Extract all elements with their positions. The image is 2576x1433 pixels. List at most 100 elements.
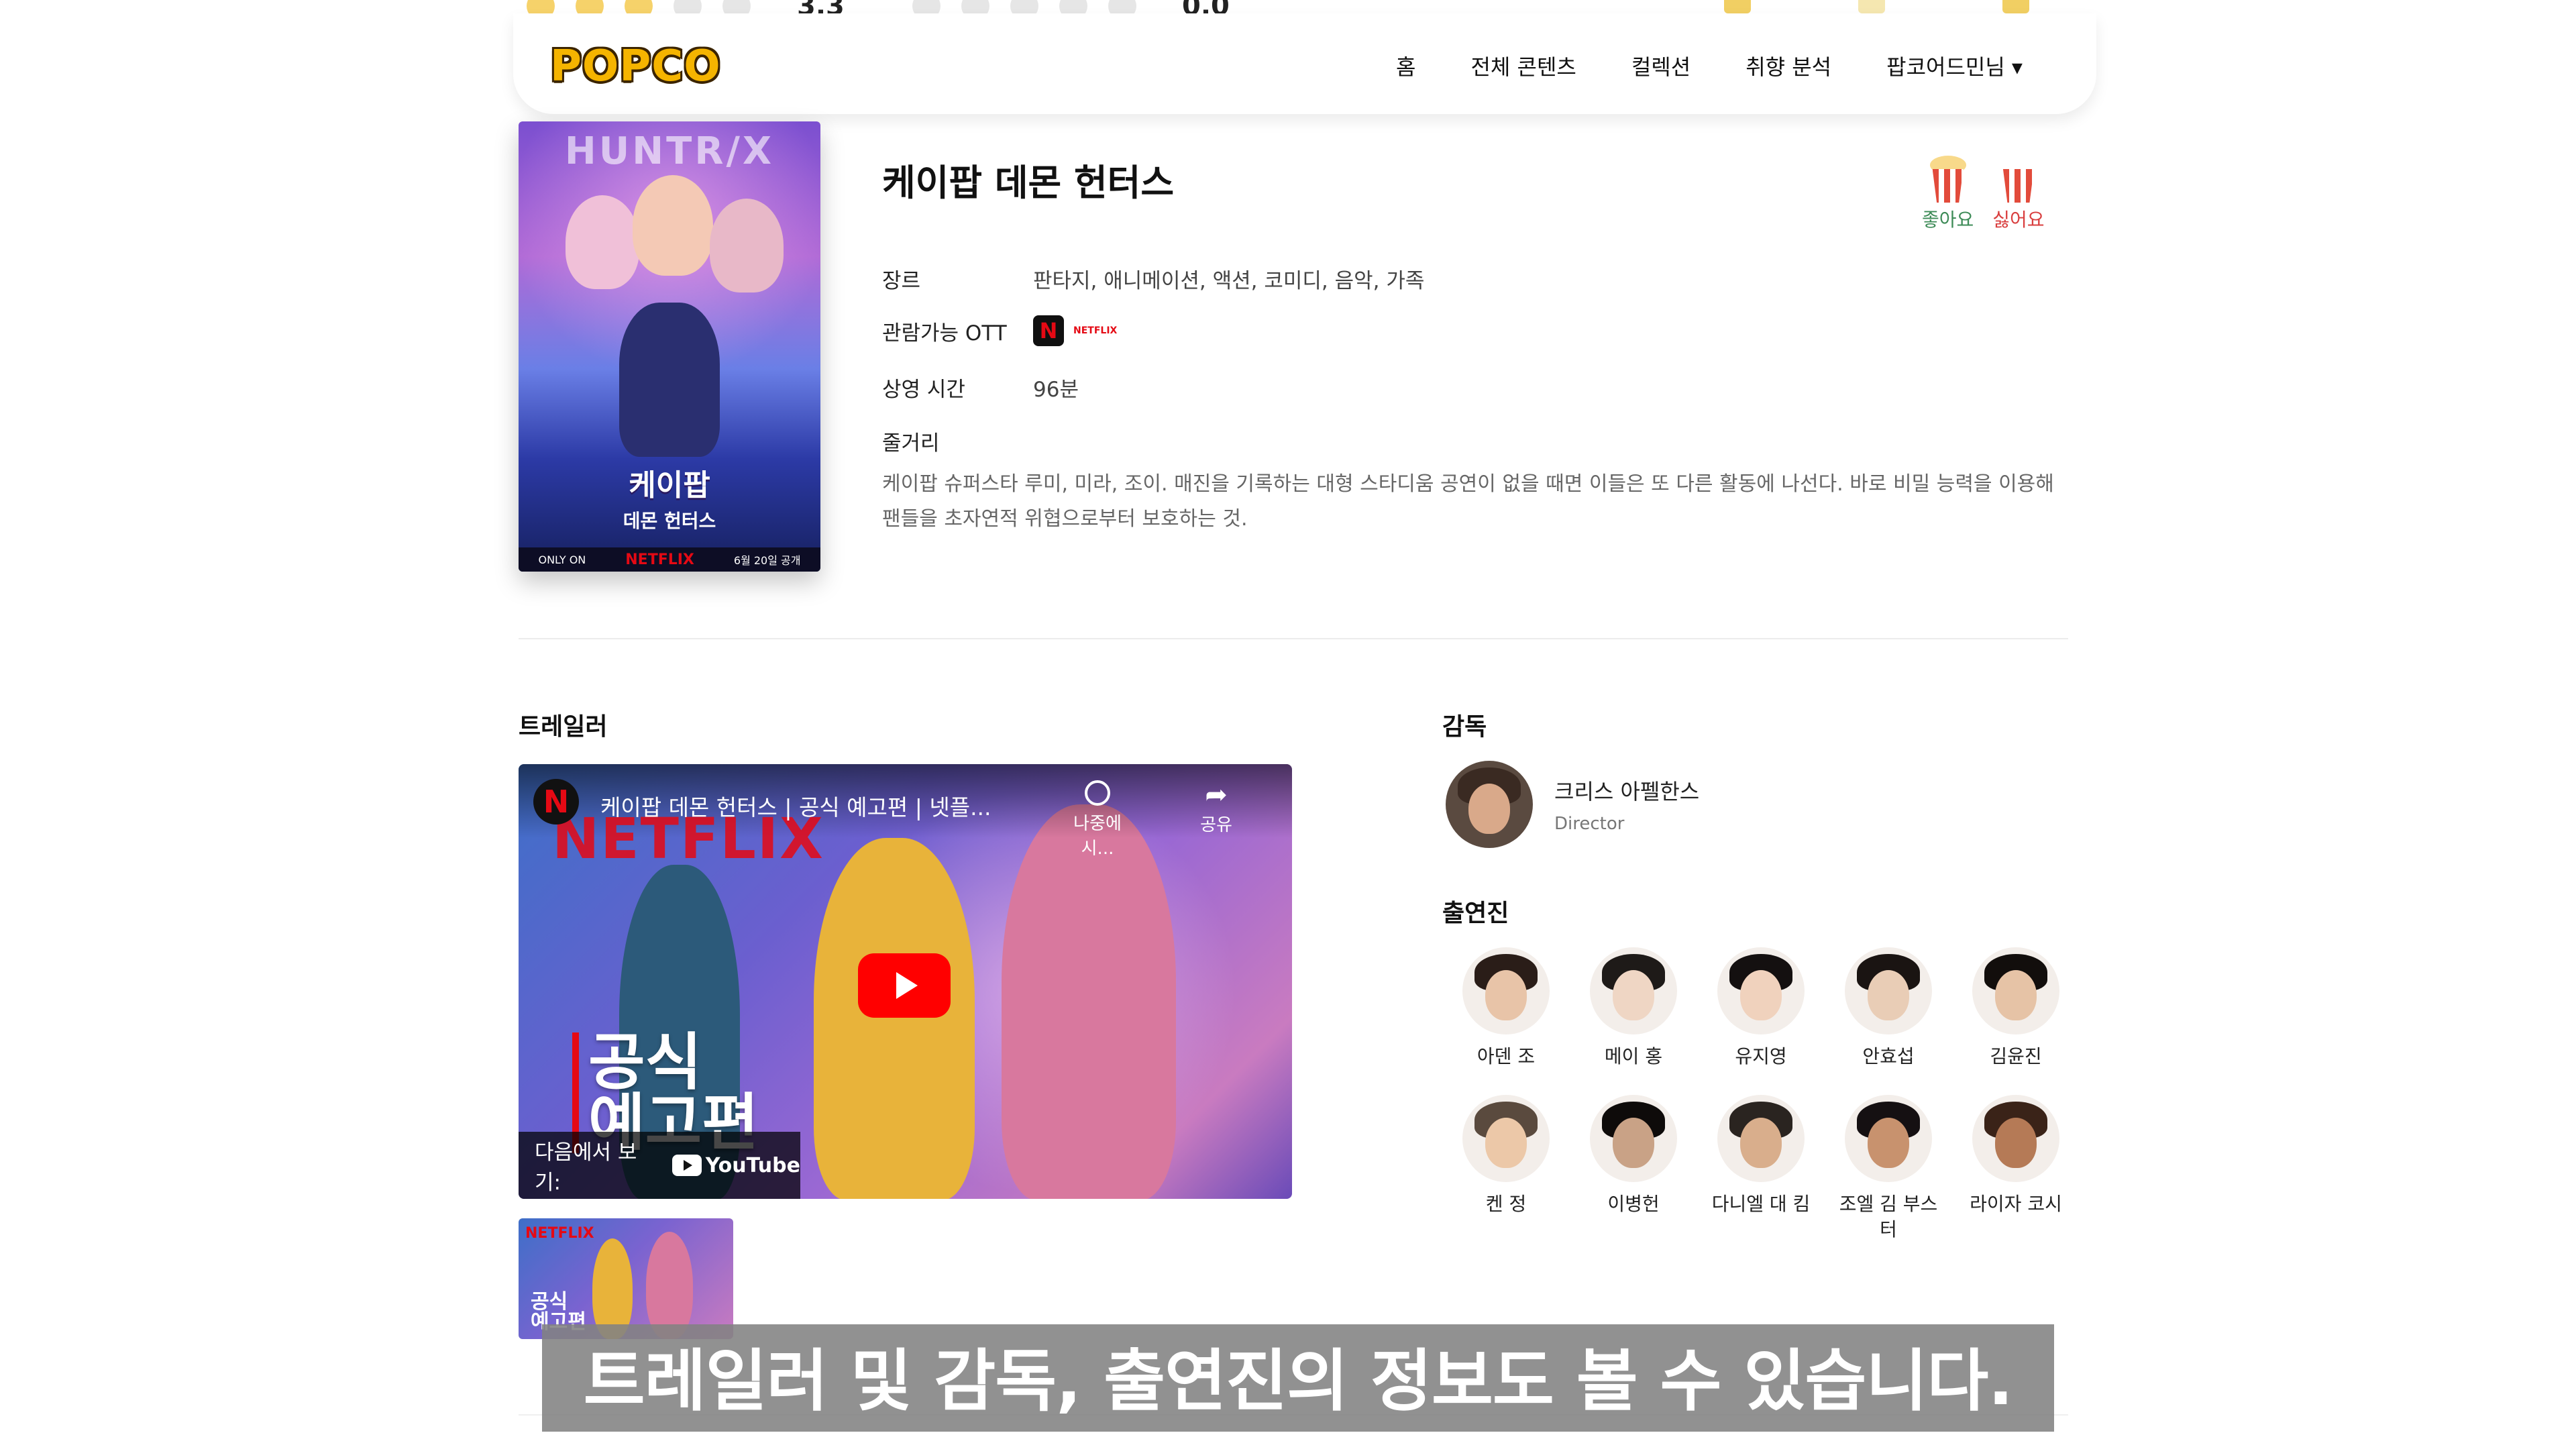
- runtime-row: 상영 시간 96분: [882, 372, 1079, 403]
- director-heading: 감독: [1442, 713, 1487, 741]
- nav-collection[interactable]: 컬렉션: [1631, 50, 1690, 81]
- cast-member[interactable]: 아덴 조: [1442, 947, 1570, 1069]
- genre-label: 장르: [882, 269, 921, 293]
- cast-name: 안효섭: [1862, 1045, 1915, 1067]
- movie-title: 케이팝 데몬 헌터스: [882, 162, 1175, 204]
- popcorn-full-icon: [1929, 156, 1968, 203]
- cast-name: 켄 정: [1485, 1193, 1527, 1215]
- youtube-label: YouTube: [705, 1153, 800, 1177]
- runtime-value: 96분: [1033, 378, 1079, 402]
- youtube-icon: [672, 1155, 702, 1176]
- reaction-buttons: 좋아요 싫어요: [1922, 156, 2045, 232]
- site-header: POPCO 홈 전체 콘텐츠 컬렉션 취향 분석 팝코어드민님 ▾: [513, 13, 2096, 114]
- cast-member[interactable]: 김윤진: [1952, 947, 2080, 1069]
- trailer-thumbnail[interactable]: NETFLIX 공식 예고편: [519, 1218, 733, 1339]
- poster-figure: [566, 195, 639, 289]
- poster-footer-brand: NETFLIX: [625, 551, 694, 568]
- poster-figure: [710, 199, 784, 293]
- cast-avatar: [1462, 1095, 1550, 1182]
- ott-name: NETFLIX: [1073, 325, 1118, 336]
- trailer-heading: 트레일러: [519, 713, 608, 741]
- cast-avatar: [1845, 947, 1932, 1034]
- like-button[interactable]: 좋아요: [1922, 156, 1974, 232]
- cast-avatar: [1717, 1095, 1805, 1182]
- cast-member[interactable]: 다니엘 대 킴: [1697, 1095, 1825, 1242]
- poster-figure: [619, 303, 720, 457]
- poster-top-text: HUNTR/X: [564, 129, 775, 173]
- poster-footer-right: 6월 20일 공개: [733, 554, 801, 567]
- pencil-icon[interactable]: [1724, 0, 1751, 13]
- director-text: 크리스 아펠한스 Director: [1554, 775, 1699, 834]
- ott-label: 관람가능 OTT: [882, 321, 1007, 346]
- synopsis-label: 줄거리: [882, 431, 940, 456]
- genre-row: 장르 판타지, 애니메이션, 액션, 코미디, 음악, 가족: [882, 264, 1424, 294]
- cast-avatar: [1972, 947, 2059, 1034]
- cast-avatar: [1717, 947, 1805, 1034]
- like-label: 좋아요: [1922, 209, 1974, 231]
- cast-avatar: [1590, 947, 1677, 1034]
- popco-logo[interactable]: POPCO: [550, 42, 721, 91]
- movie-poster: HUNTR/X 케이팝 데몬 헌터스 ONLY ON NETFLIX 6월 20…: [519, 121, 820, 572]
- director-avatar: [1446, 761, 1533, 848]
- ott-row: 관람가능 OTT N NETFLIX: [882, 315, 1117, 346]
- thumb-brand: NETFLIX: [525, 1225, 594, 1242]
- main-nav: 홈 전체 콘텐츠 컬렉션 취향 분석 팝코어드민님 ▾: [1396, 50, 2023, 81]
- nav-user-menu[interactable]: 팝코어드민님 ▾: [1886, 50, 2023, 81]
- watch-on-youtube[interactable]: 다음에서 보기: YouTube: [519, 1132, 800, 1199]
- nav-all-contents[interactable]: 전체 콘텐츠: [1470, 50, 1576, 81]
- cast-avatar: [1845, 1095, 1932, 1182]
- dislike-button[interactable]: 싫어요: [1992, 156, 2045, 232]
- cast-member[interactable]: 켄 정: [1442, 1095, 1570, 1242]
- clock-icon: [1085, 780, 1110, 806]
- cast-member[interactable]: 이병헌: [1570, 1095, 1697, 1242]
- cast-member[interactable]: 조엘 김 부스터: [1825, 1095, 1952, 1242]
- cast-member[interactable]: 메이 홍: [1570, 947, 1697, 1069]
- cast-name: 이병헌: [1607, 1193, 1660, 1215]
- director-name: 크리스 아펠한스: [1554, 779, 1700, 804]
- poster-footer: ONLY ON NETFLIX 6월 20일 공개: [519, 547, 820, 572]
- share-icon: ➦: [1205, 780, 1228, 810]
- video-figure: [1002, 804, 1176, 1199]
- play-icon: [896, 972, 918, 999]
- cast-member[interactable]: 유지영: [1697, 947, 1825, 1069]
- poster-footer-left: ONLY ON: [538, 553, 586, 566]
- cast-name: 메이 홍: [1604, 1045, 1663, 1067]
- cast-name: 김윤진: [1990, 1045, 2042, 1067]
- cast-name: 아덴 조: [1477, 1045, 1536, 1067]
- netflix-icon[interactable]: N: [1033, 315, 1064, 346]
- play-button[interactable]: [858, 953, 951, 1018]
- nav-home[interactable]: 홈: [1396, 50, 1415, 81]
- cast-name: 유지영: [1735, 1045, 1787, 1067]
- channel-avatar[interactable]: N: [533, 779, 579, 825]
- poster-figure: [633, 175, 713, 276]
- director-card[interactable]: 크리스 아펠한스 Director: [1446, 761, 1699, 848]
- watch-later-label: 나중에 시...: [1073, 814, 1122, 859]
- watch-on-label: 다음에서 보기:: [535, 1140, 637, 1195]
- cast-avatar: [1590, 1095, 1677, 1182]
- nav-taste-analysis[interactable]: 취향 분석: [1746, 50, 1831, 81]
- cast-name: 조엘 김 부스터: [1839, 1193, 1938, 1240]
- youtube-logo: YouTube: [672, 1154, 800, 1177]
- plus-icon[interactable]: [1858, 0, 1885, 13]
- popcorn-empty-icon: [1999, 156, 2038, 203]
- video-title[interactable]: 케이팝 데몬 헌터스 | 공식 예고편 | 넷플...: [600, 790, 991, 822]
- cast-member[interactable]: 안효섭: [1825, 947, 1952, 1069]
- share-label: 공유: [1200, 815, 1232, 835]
- watch-later-button[interactable]: 나중에 시...: [1061, 780, 1134, 859]
- cast-name: 다니엘 대 킴: [1711, 1193, 1811, 1215]
- synopsis-row: 줄거리: [882, 426, 1033, 456]
- runtime-label: 상영 시간: [882, 378, 965, 402]
- folder-icon[interactable]: [2002, 0, 2029, 13]
- trailer-video-player[interactable]: NETFLIX N 케이팝 데몬 헌터스 | 공식 예고편 | 넷플... 나중…: [519, 764, 1292, 1199]
- video-figure: [814, 838, 975, 1199]
- dislike-label: 싫어요: [1992, 209, 2045, 231]
- poster-title: 케이팝: [629, 468, 710, 502]
- cast-member[interactable]: 라이자 코시: [1952, 1095, 2080, 1242]
- share-button[interactable]: ➦ 공유: [1189, 780, 1243, 836]
- genre-value: 판타지, 애니메이션, 액션, 코미디, 음악, 가족: [1033, 269, 1425, 293]
- poster-subtitle: 데몬 헌터스: [623, 510, 716, 532]
- cast-grid: 아덴 조 메이 홍 유지영 안효섭 김윤진 켄 정 이병헌 다니엘 대 킴 조엘…: [1442, 947, 2100, 1242]
- section-divider: [519, 638, 2068, 639]
- cast-heading: 출연진: [1442, 900, 1509, 927]
- synopsis-text: 케이팝 슈퍼스타 루미, 미라, 조이. 매진을 기록하는 대형 스타디움 공연…: [882, 472, 2054, 531]
